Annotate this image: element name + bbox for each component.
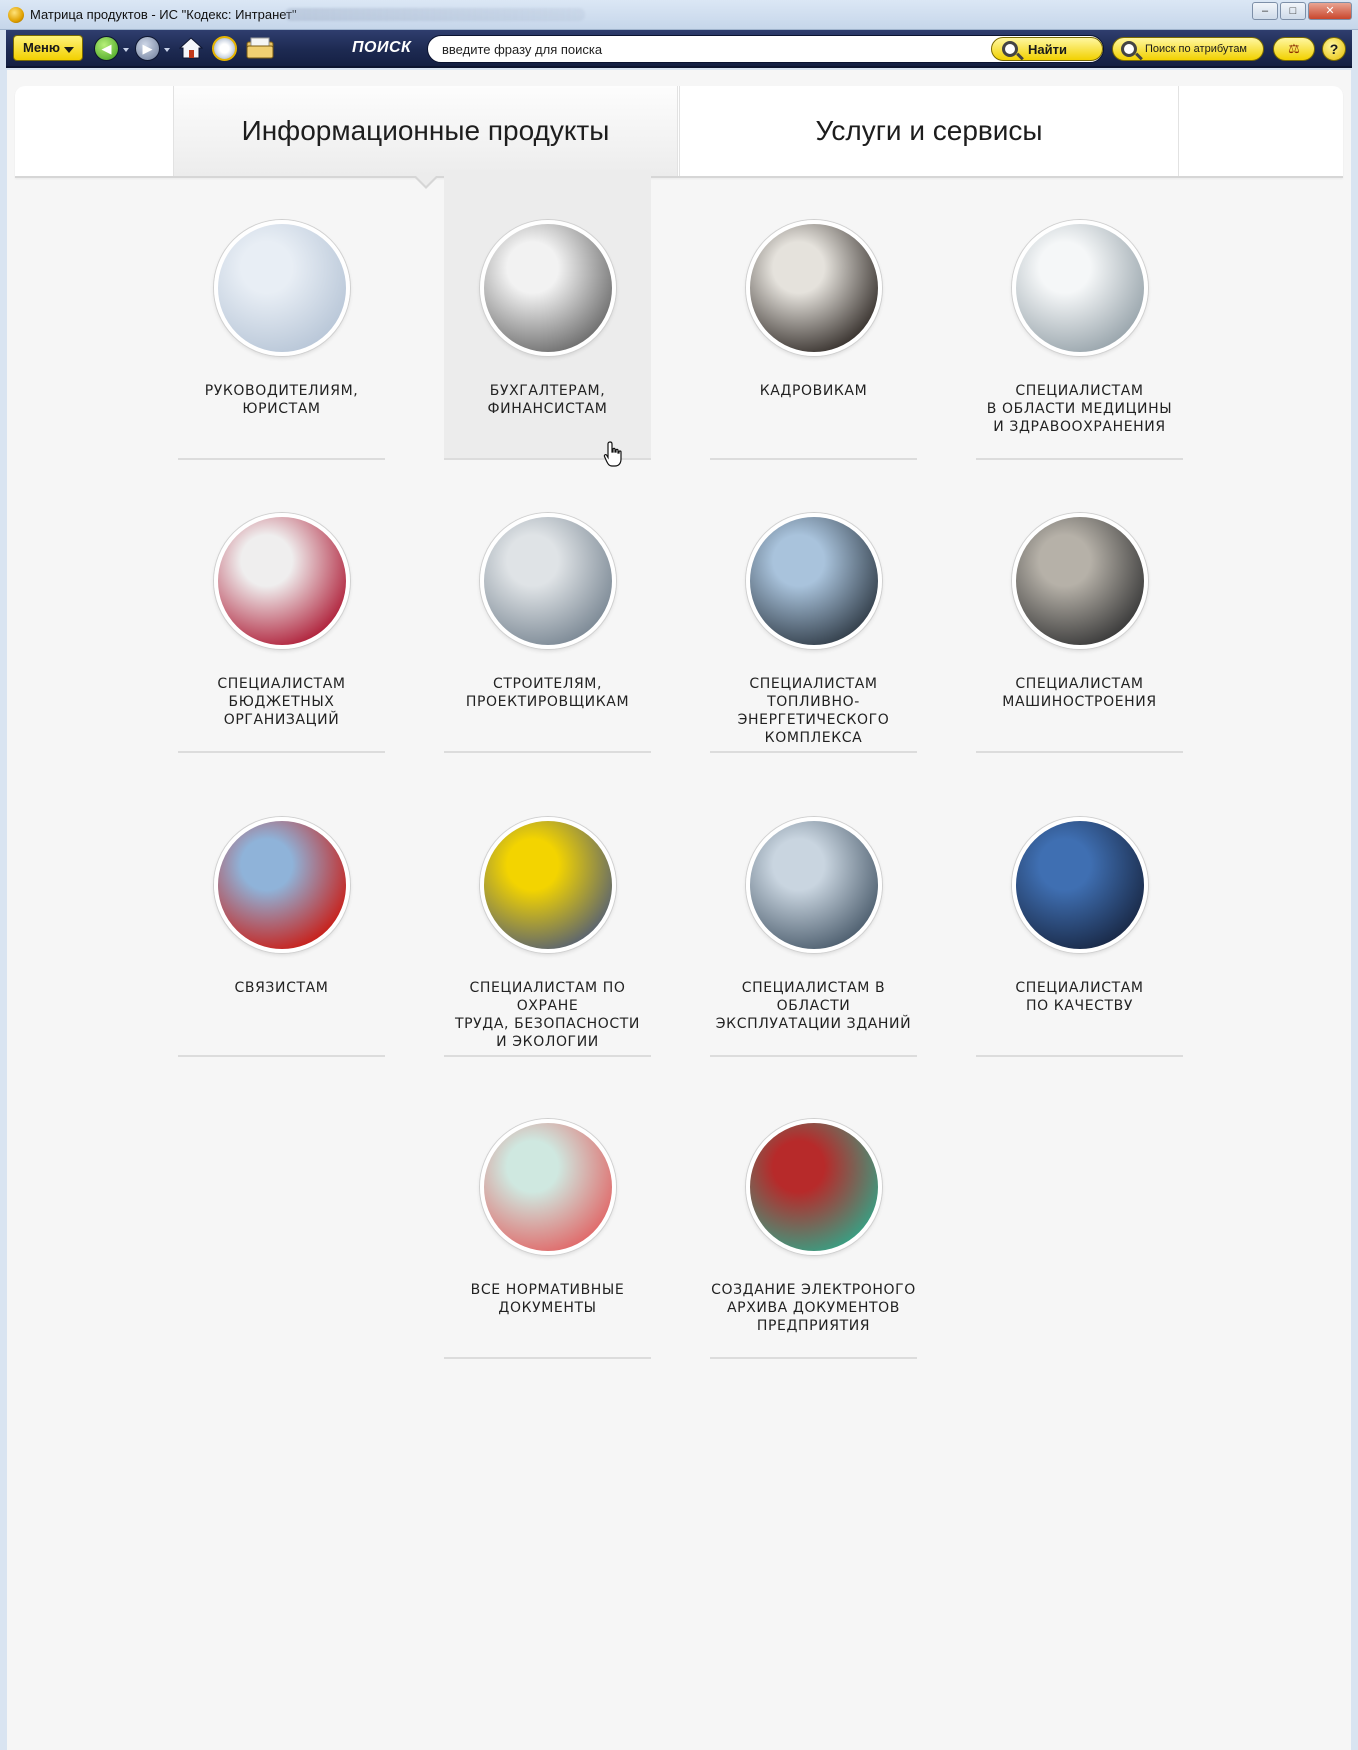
- safety-helmet-photo: [480, 817, 616, 953]
- calculator-photo: [480, 220, 616, 356]
- tabs-bar: Информационные продукты Услуги и сервисы: [15, 86, 1343, 178]
- product-card-label: СПЕЦИАЛИСТАМ ПО ОХРАНЕ ТРУДА, БЕЗОПАСНОС…: [454, 980, 640, 1050]
- forward-history-caret-icon[interactable]: [164, 48, 170, 52]
- menu-button[interactable]: Меню: [13, 35, 83, 61]
- product-card-label: СПЕЦИАЛИСТАМ В ОБЛАСТИ МЕДИЦИНЫ И ЗДРАВО…: [986, 383, 1173, 435]
- window-title-bar: Матрица продуктов - ИС "Кодекс: Интранет…: [0, 0, 1358, 30]
- product-card-label: СОЗДАНИЕ ЭЛЕКТРОНОГО АРХИВА ДОКУМЕНТОВ П…: [711, 1282, 916, 1334]
- product-card-label: ВСЕ НОРМАТИВНЫЕ ДОКУМЕНТЫ: [470, 1282, 625, 1316]
- scales-icon[interactable]: ⚖: [1273, 37, 1315, 61]
- active-tab-pointer: [415, 176, 437, 189]
- product-card[interactable]: ВСЕ НОРМАТИВНЫЕ ДОКУМЕНТЫ: [444, 1069, 651, 1359]
- machinist-photo: [1012, 513, 1148, 649]
- product-card[interactable]: БУХГАЛТЕРАМ, ФИНАНСИСТАМ: [444, 170, 651, 460]
- back-history-caret-icon[interactable]: [123, 48, 129, 52]
- product-card[interactable]: СПЕЦИАЛИСТАМ В ОБЛАСТИ ЭКСПЛУАТАЦИИ ЗДАН…: [710, 767, 917, 1057]
- product-card-label: СПЕЦИАЛИСТАМ БЮДЖЕТНЫХ ОРГАНИЗАЦИЙ: [217, 676, 346, 728]
- engineer-helmet-photo: [746, 513, 882, 649]
- documents-stack-photo: [480, 1119, 616, 1255]
- builder-photo: [480, 513, 616, 649]
- product-card[interactable]: РУКОВОДИТЕЛИЯМ, ЮРИСТАМ: [178, 170, 385, 460]
- product-card-label: СТРОИТЕЛЯМ, ПРОЕКТИРОВЩИКАМ: [465, 676, 630, 710]
- window-controls: – □ ✕: [1252, 2, 1352, 20]
- back-button[interactable]: ◀: [94, 36, 119, 61]
- forward-button[interactable]: ▶: [135, 36, 160, 61]
- product-card[interactable]: СПЕЦИАЛИСТАМ ПО КАЧЕСТВУ: [976, 767, 1183, 1057]
- doctor-clipboard-photo: [1012, 220, 1148, 356]
- maximize-button[interactable]: □: [1280, 2, 1306, 20]
- main-content: Информационные продукты Услуги и сервисы…: [7, 70, 1351, 1750]
- product-card[interactable]: СОЗДАНИЕ ЭЛЕКТРОНОГО АРХИВА ДОКУМЕНТОВ П…: [710, 1069, 917, 1359]
- radio-worker-photo: [214, 817, 350, 953]
- menu-button-label: Меню: [23, 40, 61, 55]
- product-card[interactable]: СПЕЦИАЛИСТАМ ТОПЛИВНО- ЭНЕРГЕТИЧЕСКОГО К…: [710, 463, 917, 753]
- product-card[interactable]: СПЕЦИАЛИСТАМ БЮДЖЕТНЫХ ОРГАНИЗАЦИЙ: [178, 463, 385, 753]
- app-icon: [8, 7, 24, 23]
- help-button[interactable]: ?: [1322, 37, 1346, 61]
- home-icon[interactable]: [179, 36, 203, 60]
- product-card-label: СПЕЦИАЛИСТАМ В ОБЛАСТИ ЭКСПЛУАТАЦИИ ЗДАН…: [715, 980, 912, 1032]
- attribute-search-icon: [1121, 41, 1137, 57]
- product-card-label: СВЯЗИСТАМ: [234, 980, 329, 996]
- office-people-photo: [746, 220, 882, 356]
- search-icon: [1002, 41, 1018, 57]
- search-label: ПОИСК: [352, 39, 412, 56]
- buildings-photo: [746, 817, 882, 953]
- product-card-label: СПЕЦИАЛИСТАМ ТОПЛИВНО- ЭНЕРГЕТИЧЕСКОГО К…: [737, 676, 890, 746]
- attribute-search-button[interactable]: Поиск по атрибутам: [1112, 37, 1264, 61]
- handshake-photo: [214, 513, 350, 649]
- product-card-label: КАДРОВИКАМ: [759, 383, 868, 399]
- product-card[interactable]: КАДРОВИКАМ: [710, 170, 917, 460]
- product-card-label: СПЕЦИАЛИСТАМ ПО КАЧЕСТВУ: [1015, 980, 1144, 1014]
- blurred-title-tabs: [285, 8, 585, 21]
- product-card[interactable]: СВЯЗИСТАМ: [178, 767, 385, 1057]
- minimize-button[interactable]: –: [1252, 2, 1278, 20]
- attribute-search-label: Поиск по атрибутам: [1145, 43, 1247, 55]
- product-card-label: СПЕЦИАЛИСТАМ МАШИНОСТРОЕНИЯ: [1002, 676, 1157, 710]
- toolbar: Меню ◀ ▶ ПОИСК Найти Поиск по атрибутам …: [6, 30, 1352, 68]
- window-title: Матрица продуктов - ИС "Кодекс: Интранет…: [30, 7, 297, 22]
- binders-photo: [746, 1119, 882, 1255]
- product-card-label: БУХГАЛТЕРАМ, ФИНАНСИСТАМ: [487, 383, 608, 417]
- product-card[interactable]: СПЕЦИАЛИСТАМ МАШИНОСТРОЕНИЯ: [976, 463, 1183, 753]
- product-card-label: РУКОВОДИТЕЛИЯМ, ЮРИСТАМ: [204, 383, 359, 417]
- hand-cursor-icon: [603, 441, 622, 467]
- find-button[interactable]: Найти: [991, 37, 1103, 61]
- tab-information-products[interactable]: Информационные продукты: [173, 86, 678, 176]
- chevron-down-icon: [64, 47, 74, 53]
- product-card[interactable]: СПЕЦИАЛИСТАМ В ОБЛАСТИ МЕДИЦИНЫ И ЗДРАВО…: [976, 170, 1183, 460]
- close-button[interactable]: ✕: [1308, 2, 1352, 20]
- quality-handshake-photo: [1012, 817, 1148, 953]
- handshake-document-photo: [214, 220, 350, 356]
- tab-services[interactable]: Услуги и сервисы: [679, 86, 1179, 176]
- folder-icon[interactable]: [246, 37, 274, 59]
- product-card[interactable]: СПЕЦИАЛИСТАМ ПО ОХРАНЕ ТРУДА, БЕЗОПАСНОС…: [444, 767, 651, 1057]
- find-button-label: Найти: [1028, 42, 1067, 57]
- history-clock-icon[interactable]: [212, 36, 237, 61]
- product-card[interactable]: СТРОИТЕЛЯМ, ПРОЕКТИРОВЩИКАМ: [444, 463, 651, 753]
